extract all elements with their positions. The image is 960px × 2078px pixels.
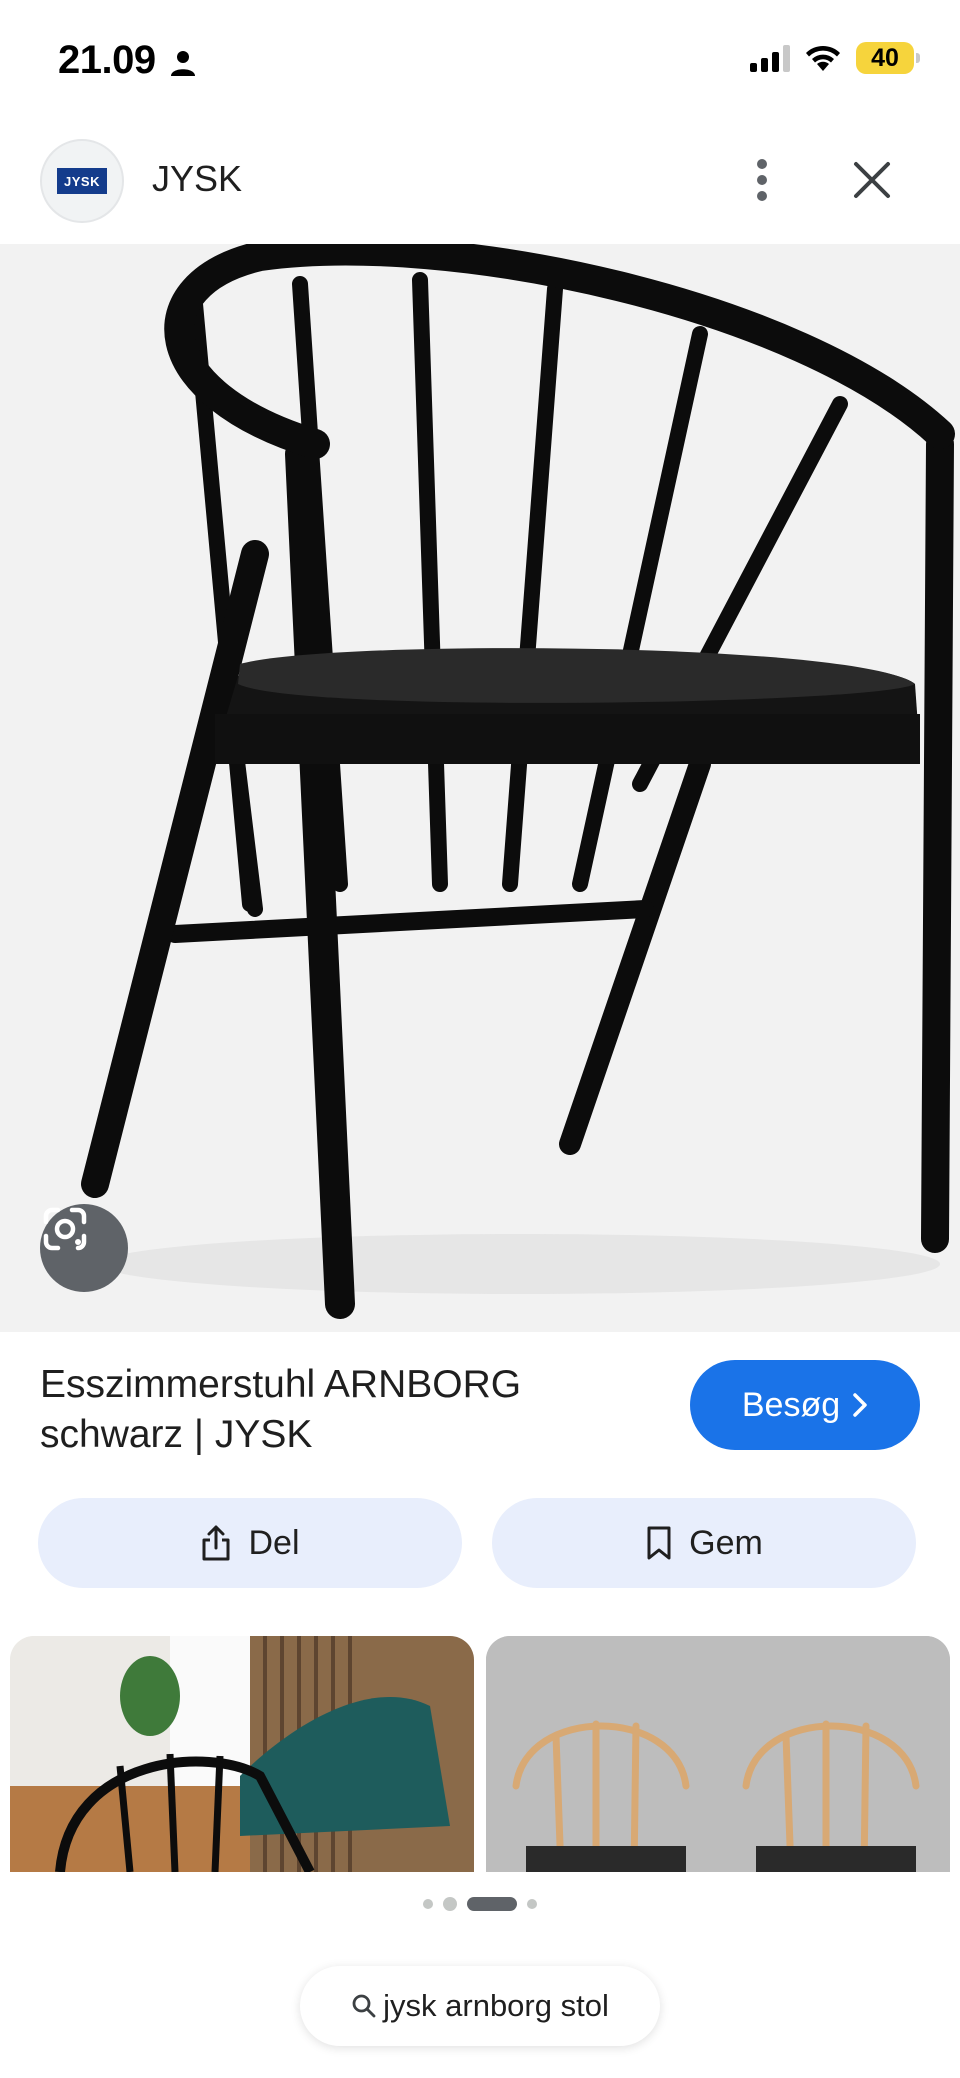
- related-image-2[interactable]: [486, 1636, 950, 1872]
- site-logo[interactable]: JYSK: [40, 139, 124, 223]
- battery-icon: 40: [856, 42, 920, 74]
- page-indicator: [0, 1896, 960, 1912]
- google-lens-button[interactable]: [40, 1204, 128, 1292]
- natural-chairs-photo: [486, 1636, 950, 1872]
- related-image-1[interactable]: [10, 1636, 474, 1872]
- page: 21.09 40 JYSK JYSK Esszimmerstuhl ARNBOR…: [0, 0, 960, 2078]
- person-icon: [171, 51, 195, 76]
- status-indicators: 40: [750, 40, 920, 76]
- bookmark-icon: [647, 1526, 671, 1560]
- share-button-label: Del: [248, 1523, 300, 1562]
- save-button[interactable]: Gem: [492, 1498, 916, 1588]
- battery-level: 40: [871, 43, 899, 72]
- status-bar: 21.09 40: [0, 0, 960, 124]
- share-button[interactable]: Del: [38, 1498, 462, 1588]
- google-lens-icon: [43, 1207, 87, 1251]
- search-query-text: jysk arnborg stol: [383, 1988, 609, 2023]
- product-image[interactable]: [0, 244, 960, 1332]
- page-dot: [527, 1899, 537, 1909]
- close-button[interactable]: [840, 148, 904, 212]
- share-icon: [202, 1525, 230, 1561]
- save-button-label: Gem: [689, 1523, 763, 1562]
- visit-button-label: Besøg: [741, 1385, 841, 1424]
- cellular-signal-icon: [750, 44, 790, 72]
- visit-button[interactable]: Besøg: [690, 1360, 920, 1450]
- page-dot: [423, 1899, 433, 1909]
- result-title-line2: schwarz | JYSK: [40, 1413, 313, 1456]
- page-dot-active: [467, 1897, 517, 1911]
- wifi-icon: [806, 45, 840, 71]
- result-title-line1: Esszimmerstuhl ARNBORG: [40, 1363, 522, 1406]
- more-vertical-icon: [757, 159, 767, 201]
- room-photo: [10, 1636, 474, 1872]
- close-icon: [854, 162, 890, 198]
- chevron-right-icon: [853, 1393, 867, 1417]
- page-dot: [443, 1897, 457, 1911]
- result-title[interactable]: Esszimmerstuhl ARNBORG schwarz | JYSK: [40, 1360, 660, 1460]
- more-options-button[interactable]: [730, 148, 794, 212]
- chair-illustration: [81, 244, 955, 1319]
- app-header: JYSK JYSK: [0, 124, 960, 244]
- site-name[interactable]: JYSK: [152, 158, 242, 200]
- status-time: 21.09: [58, 38, 156, 82]
- search-icon: [352, 1994, 376, 2018]
- search-query-pill[interactable]: jysk arnborg stol: [300, 1966, 660, 2046]
- jysk-logo: JYSK: [57, 168, 107, 194]
